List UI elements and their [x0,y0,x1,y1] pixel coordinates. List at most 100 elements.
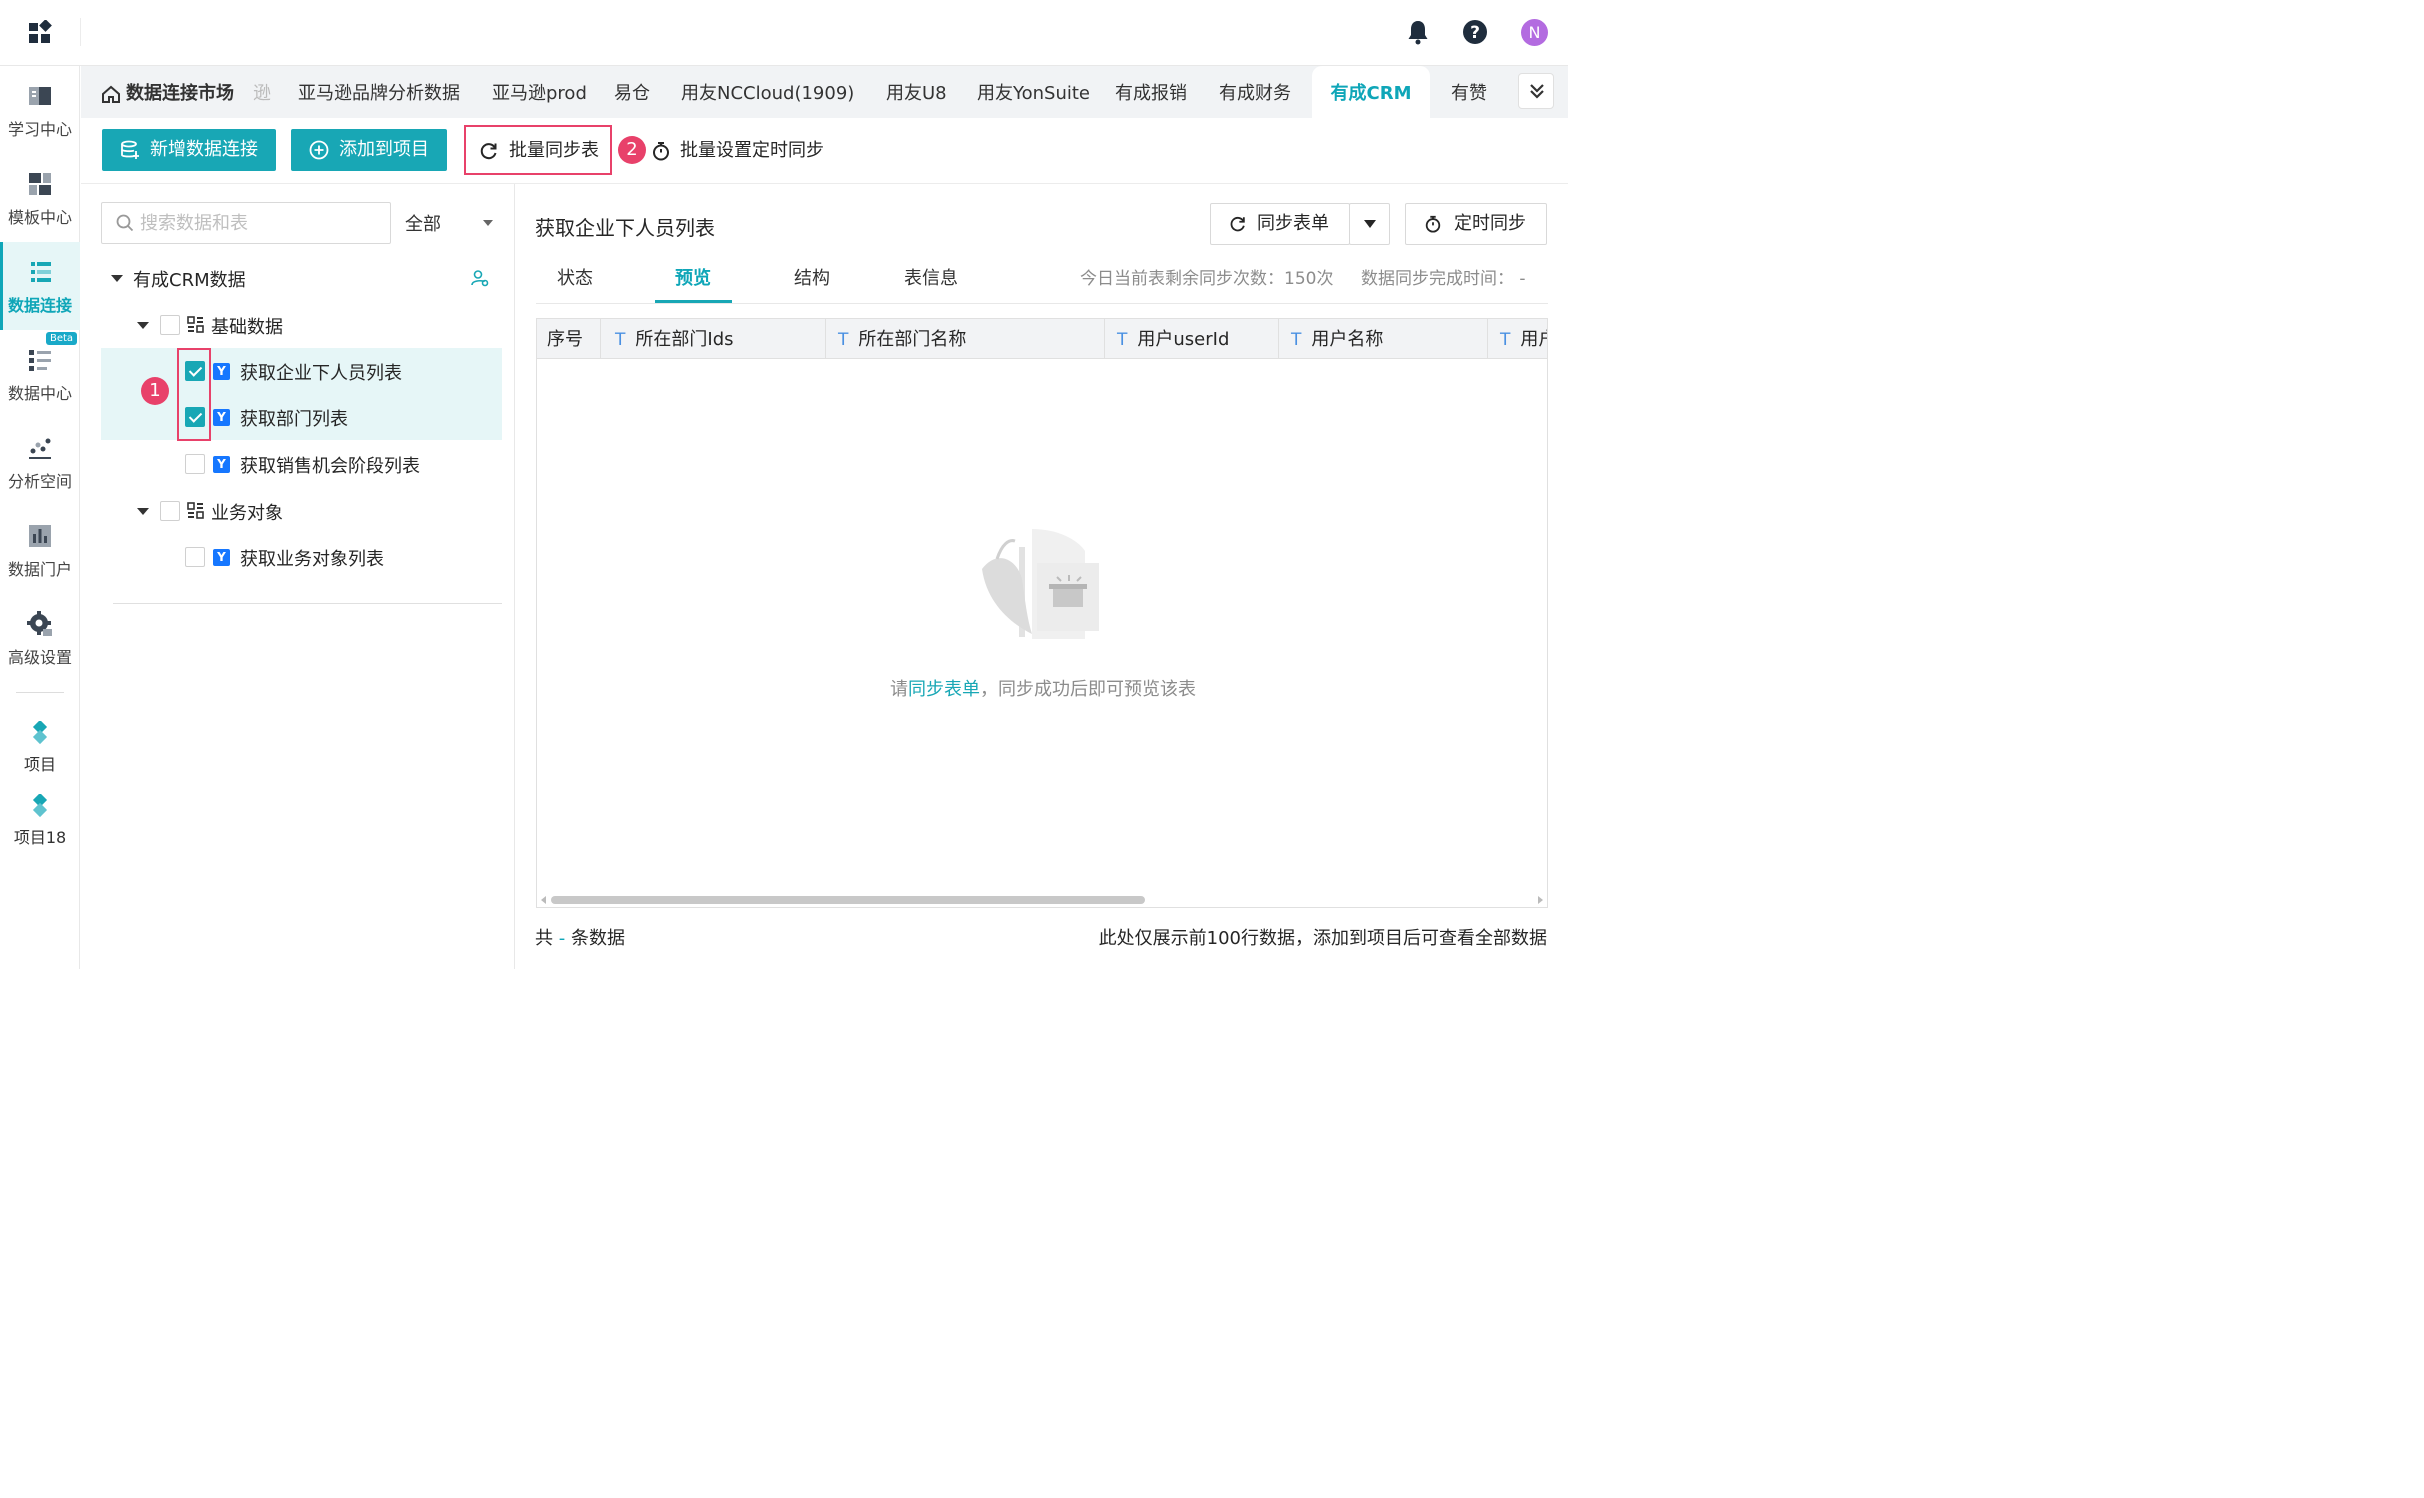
tree-group-basic[interactable]: 基础数据 [101,302,502,348]
schedule-sync-button[interactable]: 定时同步 [1405,203,1547,245]
table-checkbox[interactable] [185,454,205,474]
tab-amazon-brand[interactable]: 亚马逊品牌分析数据 [298,66,460,118]
tree-table-row[interactable]: Y 获取业务对象列表 [101,534,502,580]
table-title: 获取企业下人员列表 [535,216,715,240]
sidebar-item-label: 高级设置 [7,648,72,667]
add-to-project-button[interactable]: 添加到项目 [291,129,447,171]
sidebar-item-data-connection[interactable]: 数据连接 [0,242,80,330]
yc-app-icon: Y [213,456,230,473]
row-count-suffix: 条数据 [570,928,625,949]
tab-crm[interactable]: 有成CRM [1312,66,1430,118]
sidebar-item-label: 数据连接 [7,296,72,315]
user-settings-icon[interactable] [471,269,489,287]
filter-select-value[interactable]: 全部 [405,210,441,236]
table-tree-panel: 全部 有成CRM数据 基础数据 Y 获取企业下人员列表 Y 获取部门列表 Y [81,184,515,969]
horizontal-scrollbar[interactable] [551,896,1145,904]
sidebar-item-portal[interactable]: 数据门户 [0,506,80,594]
scroll-left-arrow[interactable] [541,896,546,904]
tab-partial[interactable]: 逊 [253,66,271,118]
table-name: 获取销售机会阶段列表 [240,456,420,477]
table-detail-panel: 获取企业下人员列表 同步表单 定时同步 状态 预览 结构 表信息 今日当前表剩余… [516,184,1568,969]
table-group-icon [187,316,204,333]
column-header[interactable]: T 用户 [1488,319,1547,359]
table-group-icon [187,502,204,519]
remaining-sync-count: 今日当前表剩余同步次数：150次 [1080,269,1334,289]
text-type-icon: T [1500,330,1511,350]
row-count-prefix: 共 [535,928,553,949]
svg-text:?: ? [1470,23,1480,43]
tree-group-label: 基础数据 [211,317,283,338]
button-label: 新增数据连接 [150,139,258,160]
refresh-icon [1230,216,1245,232]
stopwatch-icon [1425,215,1441,233]
user-avatar[interactable]: N [1521,19,1548,46]
column-header[interactable]: T 所在部门名称 [826,319,1105,359]
apps-grid-icon[interactable] [28,20,52,44]
subtab-preview[interactable]: 预览 [675,264,711,290]
row-count: 共 - 条数据 [535,924,625,950]
table-name: 获取部门列表 [240,409,348,430]
tab-expense[interactable]: 有成报销 [1115,66,1187,118]
column-name: 所在部门名称 [858,329,967,350]
refresh-icon [480,143,497,160]
column-header[interactable]: T 用户名称 [1279,319,1488,359]
project-label: 项目18 [13,828,67,847]
column-header[interactable]: 序号 [537,319,601,359]
tab-yicang[interactable]: 易仓 [614,66,650,118]
tab-finance[interactable]: 有成财务 [1219,66,1291,118]
caret-down-icon[interactable] [137,322,149,329]
help-icon[interactable]: ? [1461,18,1489,46]
caret-down-icon[interactable] [483,220,493,226]
sidebar-item-templates[interactable]: 模板中心 [0,154,80,242]
tab-home[interactable]: 数据连接市场 [126,66,234,118]
data-connection-icon [31,262,51,282]
sidebar-item-analysis[interactable]: 分析空间 [0,418,80,506]
new-connection-button[interactable]: 新增数据连接 [102,129,276,171]
column-name: 用户userId [1137,329,1230,350]
caret-down-icon[interactable] [111,275,123,282]
step-2-badge: 2 [618,136,646,164]
bell-icon[interactable] [1404,18,1432,46]
subtab-status[interactable]: 状态 [557,264,593,290]
column-name: 所在部门Ids [635,329,734,350]
tree-root-label: 有成CRM数据 [133,270,246,291]
preview-limit-note: 此处仅展示前100行数据，添加到项目后可查看全部数据 [1098,928,1547,949]
empty-suffix: ，同步成功后即可预览该表 [980,679,1196,700]
text-type-icon: T [615,330,626,350]
tree-group-business[interactable]: 业务对象 [101,488,502,534]
table-checkbox[interactable] [185,547,205,567]
tab-youzan[interactable]: 有赞 [1451,66,1487,118]
subtab-table-info[interactable]: 表信息 [904,264,958,290]
search-field[interactable] [101,202,391,244]
group-checkbox[interactable] [160,315,180,335]
sync-form-button[interactable]: 同步表单 [1210,203,1350,245]
project-icon [32,794,48,818]
scroll-right-arrow[interactable] [1538,896,1543,904]
tree-root[interactable]: 有成CRM数据 [101,255,502,301]
group-checkbox[interactable] [160,501,180,521]
sync-dropdown-button[interactable] [1349,203,1390,245]
project-label: 项目 [23,755,56,774]
sidebar-item-learning[interactable]: 学习中心 [0,66,80,154]
tab-u8[interactable]: 用友U8 [886,66,947,118]
text-type-icon: T [838,330,849,350]
empty-state-message: 请同步表单，同步成功后即可预览该表 [537,675,1547,701]
tree-table-row[interactable]: Y 获取销售机会阶段列表 [101,441,502,487]
table-name: 获取业务对象列表 [240,549,384,570]
tab-nccloud[interactable]: 用友NCCloud(1909) [681,66,854,118]
tree-group-label: 业务对象 [211,503,283,524]
sync-form-link[interactable]: 同步表单 [908,679,980,700]
tab-amazon-prod[interactable]: 亚马逊prod [492,66,587,118]
yc-app-icon: Y [213,549,230,566]
column-header[interactable]: T 所在部门Ids [601,319,826,359]
sidebar-item-settings[interactable]: 高级设置 [0,594,80,682]
tabs-more-button[interactable] [1518,73,1554,109]
column-name: 用户 [1520,329,1547,350]
column-header[interactable]: T 用户userId [1105,319,1279,359]
button-label: 添加到项目 [339,139,429,160]
sidebar-item-label: 学习中心 [7,120,72,139]
search-input[interactable] [140,209,380,237]
tab-yonsuite[interactable]: 用友YonSuite [977,66,1090,118]
subtab-structure[interactable]: 结构 [794,264,830,290]
caret-down-icon[interactable] [137,508,149,515]
